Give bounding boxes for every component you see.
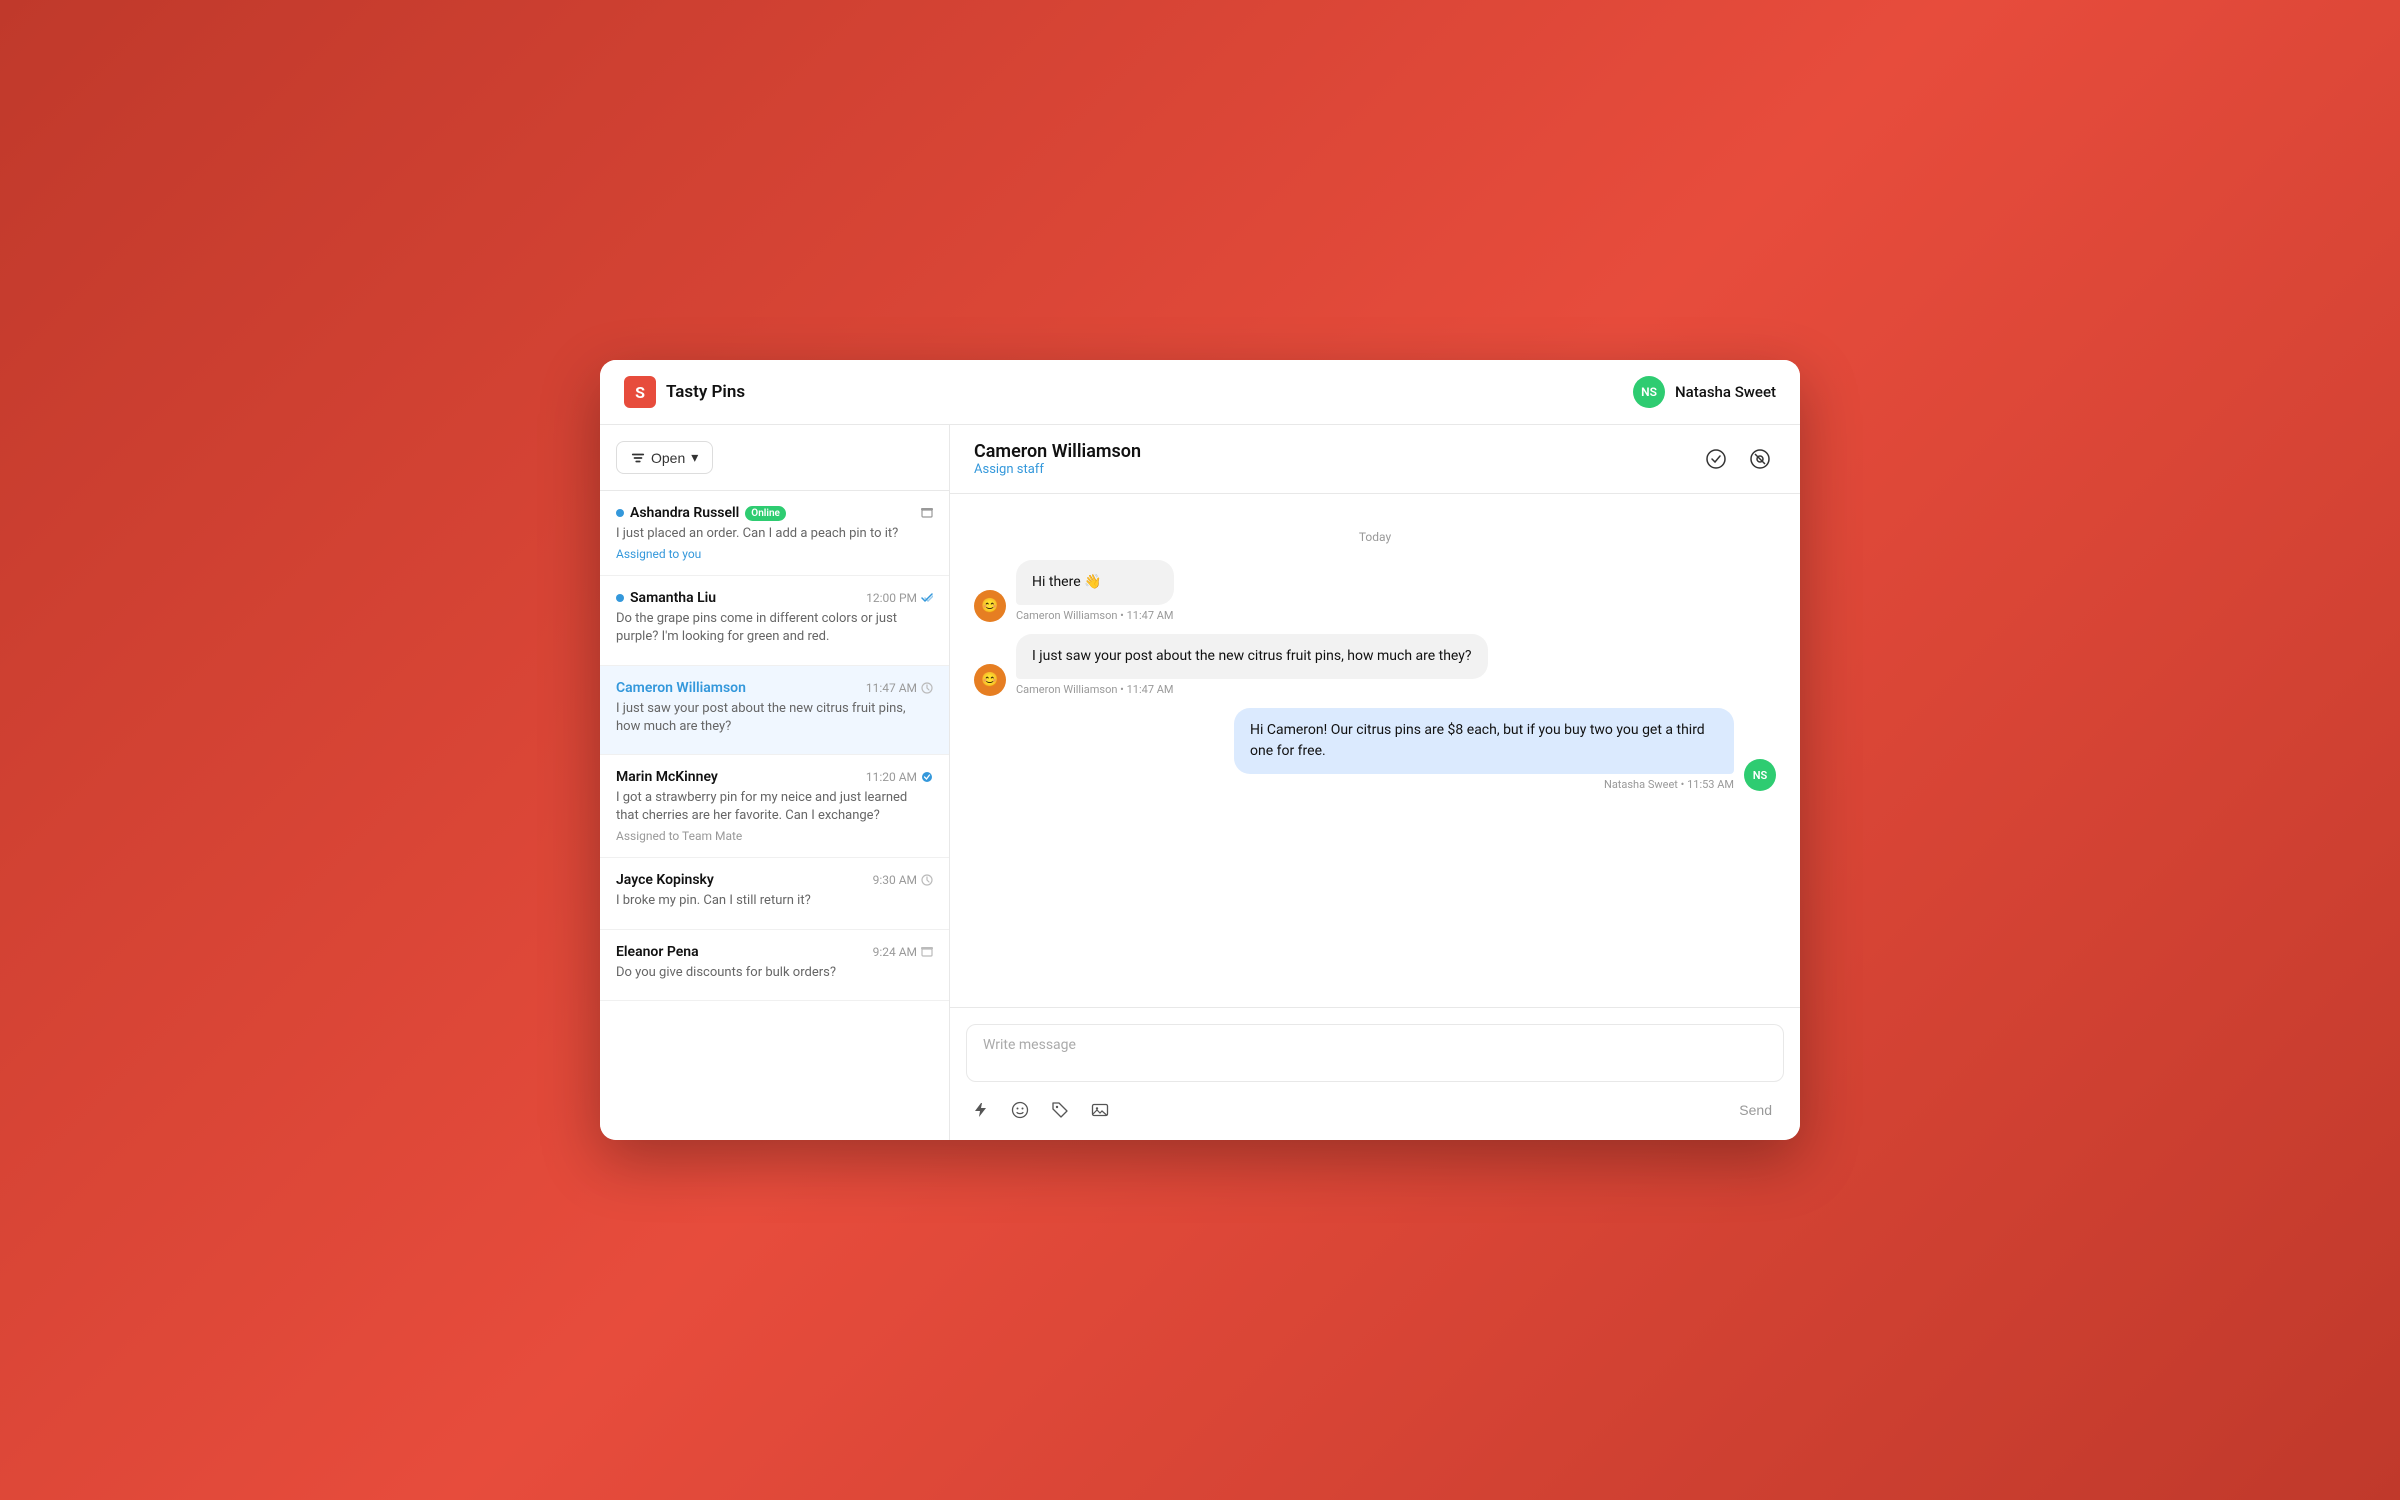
conv-preview: Do the grape pins come in different colo…: [616, 610, 933, 646]
user-name: Natasha Sweet: [1675, 383, 1776, 401]
assign-staff-link[interactable]: Assign staff: [974, 462, 1141, 477]
chat-area: Cameron Williamson Assign staff: [950, 425, 1800, 1140]
msg-content-1: Hi there 👋 Cameron Williamson • 11:47 AM: [1016, 560, 1174, 622]
msg-meta-1: Cameron Williamson • 11:47 AM: [1016, 609, 1174, 622]
messages-area: Today 😊 Hi there 👋 Cameron Williams: [950, 494, 1800, 1007]
sender-avatar-3: NS: [1744, 759, 1776, 791]
conv-item-samantha[interactable]: Samantha Liu 12:00 PM Do the grape pins …: [600, 576, 949, 665]
conv-name: Jayce Kopinsky: [616, 872, 714, 888]
main-content: Open ▾ Ashandra Russell Online: [600, 425, 1800, 1140]
conv-time: 11:20 AM: [866, 770, 933, 784]
conv-name: Eleanor Pena: [616, 944, 699, 960]
conv-item-marin[interactable]: Marin McKinney 11:20 AM I got a strawber…: [600, 755, 949, 858]
conv-item-cameron[interactable]: Cameron Williamson 11:47 AM I just saw y…: [600, 666, 949, 755]
app-logo: S: [624, 376, 656, 408]
filter-icon: [631, 451, 645, 465]
online-indicator: [616, 509, 624, 517]
online-badge: Online: [745, 506, 786, 521]
sender-avatar-1: 😊: [974, 590, 1006, 622]
image-button[interactable]: [1086, 1096, 1114, 1124]
conv-time: [921, 507, 933, 519]
quick-reply-button[interactable]: [966, 1096, 994, 1124]
image-icon: [1091, 1101, 1109, 1119]
conv-name: Cameron Williamson: [616, 680, 746, 696]
message-group: 😊 Hi there 👋 Cameron Williamson • 11:47 …: [974, 560, 1776, 791]
toolbar-left: [966, 1096, 1114, 1124]
filter-label: Open: [651, 450, 685, 466]
chat-contact-name: Cameron Williamson: [974, 441, 1141, 462]
conv-time: 12:00 PM: [866, 591, 933, 605]
msg-meta-3: Natasha Sweet • 11:53 AM: [1604, 778, 1734, 791]
msg-bubble-3: Hi Cameron! Our citrus pins are $8 each,…: [1234, 708, 1734, 774]
conv-assigned: Assigned to you: [616, 547, 933, 561]
user-avatar: NS: [1633, 376, 1665, 408]
conversation-list: Ashandra Russell Online I just placed an…: [600, 491, 949, 1140]
message-row-2: 😊 I just saw your post about the new cit…: [974, 634, 1776, 696]
tag-button[interactable]: [1046, 1096, 1074, 1124]
message-input-area: Send: [950, 1007, 1800, 1140]
tag-icon: [1051, 1101, 1069, 1119]
msg-bubble-2: I just saw your post about the new citru…: [1016, 634, 1488, 679]
sidebar: Open ▾ Ashandra Russell Online: [600, 425, 950, 1140]
message-row-3: NS Hi Cameron! Our citrus pins are $8 ea…: [974, 708, 1776, 791]
clock-icon: [921, 874, 933, 886]
emoji-button[interactable]: [1006, 1096, 1034, 1124]
conv-assigned-gray: Assigned to Team Mate: [616, 829, 933, 843]
conv-time: 9:24 AM: [873, 945, 933, 959]
chat-header: Cameron Williamson Assign staff: [950, 425, 1800, 494]
conv-preview: I just saw your post about the new citru…: [616, 700, 933, 736]
conv-item-ashandra[interactable]: Ashandra Russell Online I just placed an…: [600, 491, 949, 576]
clock-icon: [921, 682, 933, 694]
conv-name: Samantha Liu: [630, 590, 716, 606]
conv-item-eleanor[interactable]: Eleanor Pena 9:24 AM Do you give discoun…: [600, 930, 949, 1001]
app-header: S Tasty Pins NS Natasha Sweet: [600, 360, 1800, 425]
send-button[interactable]: Send: [1727, 1096, 1784, 1124]
conv-preview: I got a strawberry pin for my neice and …: [616, 789, 933, 825]
filter-dropdown-icon: ▾: [691, 449, 698, 466]
msg-meta-2: Cameron Williamson • 11:47 AM: [1016, 683, 1488, 696]
message-input[interactable]: [966, 1024, 1784, 1082]
sidebar-filter: Open ▾: [600, 425, 949, 491]
read-check-icon: [921, 592, 933, 604]
conv-time: 11:47 AM: [866, 681, 933, 695]
emoji-icon: [1011, 1101, 1029, 1119]
app-title: Tasty Pins: [666, 382, 745, 402]
conv-item-jayce[interactable]: Jayce Kopinsky 9:30 AM I broke my pin. C…: [600, 858, 949, 929]
input-toolbar: Send: [966, 1096, 1784, 1124]
online-indicator: [616, 594, 624, 602]
date-divider: Today: [974, 530, 1776, 544]
conv-preview: I just placed an order. Can I add a peac…: [616, 525, 933, 543]
message-row-1: 😊 Hi there 👋 Cameron Williamson • 11:47 …: [974, 560, 1776, 622]
mute-button[interactable]: [1744, 443, 1776, 475]
app-window: S Tasty Pins NS Natasha Sweet Open: [600, 360, 1800, 1140]
conv-preview: Do you give discounts for bulk orders?: [616, 964, 933, 982]
filter-button[interactable]: Open ▾: [616, 441, 713, 474]
chat-header-actions: [1700, 443, 1776, 475]
conv-preview: I broke my pin. Can I still return it?: [616, 892, 933, 910]
lightning-icon: [971, 1101, 989, 1119]
check-icon: [921, 771, 933, 783]
conv-name: Ashandra Russell: [630, 505, 739, 521]
mute-icon: [1750, 449, 1770, 469]
header-right: NS Natasha Sweet: [1633, 376, 1776, 408]
msg-bubble-1: Hi there 👋: [1016, 560, 1174, 605]
resolve-button[interactable]: [1700, 443, 1732, 475]
msg-content-3: Hi Cameron! Our citrus pins are $8 each,…: [1234, 708, 1734, 791]
conv-name: Marin McKinney: [616, 769, 718, 785]
archive-icon: [921, 946, 933, 958]
sender-avatar-2: 😊: [974, 664, 1006, 696]
resolve-icon: [1706, 449, 1726, 469]
archive-icon: [921, 507, 933, 519]
header-left: S Tasty Pins: [624, 376, 745, 408]
conv-time: 9:30 AM: [873, 873, 933, 887]
msg-content-2: I just saw your post about the new citru…: [1016, 634, 1488, 696]
